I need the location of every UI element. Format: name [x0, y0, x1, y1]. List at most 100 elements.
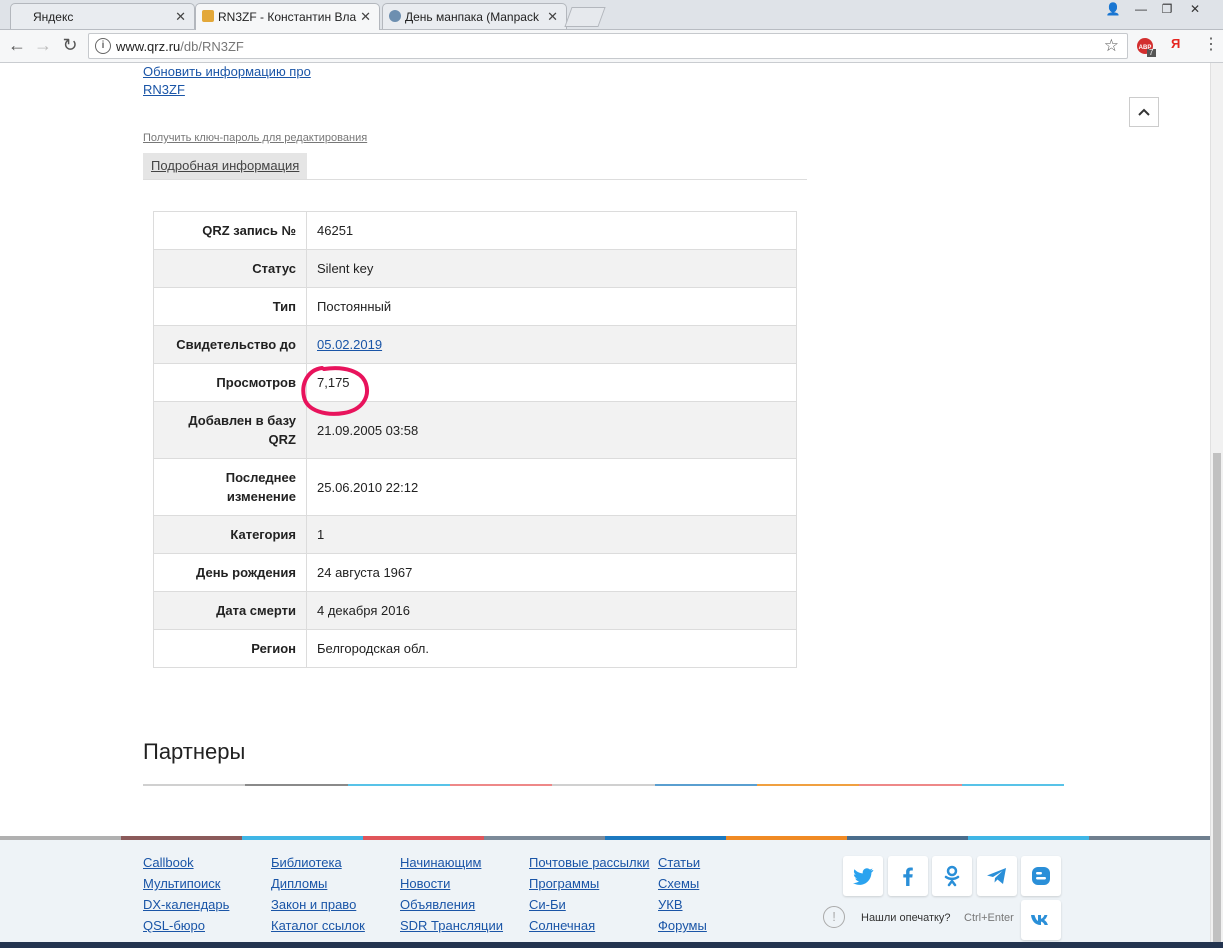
page-scrollbar[interactable] — [1210, 63, 1223, 948]
views-value: 7,175 — [306, 363, 797, 402]
footer-link[interactable]: Каталог ссылок — [271, 915, 365, 936]
table-row: Дата смерти 4 декабря 2016 — [153, 591, 797, 630]
adblock-count: 7 — [1149, 48, 1154, 57]
tab-manpack[interactable]: День манпака (Manpack ✕ — [382, 3, 567, 29]
profile-icon[interactable]: 👤 — [1100, 0, 1126, 18]
tab-details[interactable]: Подробная информация — [143, 153, 308, 179]
partners-title: Партнеры — [143, 739, 246, 764]
odnoklassniki-icon[interactable] — [932, 856, 972, 896]
row-value: 46251 — [306, 211, 797, 250]
scrollbar-thumb[interactable] — [1213, 453, 1221, 948]
row-label: Свидетельство до — [153, 325, 307, 364]
row-value: 4 декабря 2016 — [306, 591, 797, 630]
row-value: Белгородская обл. — [306, 629, 797, 668]
forward-icon[interactable]: → — [32, 35, 54, 56]
vk-icon[interactable] — [1021, 900, 1061, 940]
footer-column-4: Почтовые рассылки Программы Си-Би Солнеч… — [529, 852, 650, 936]
footer-link[interactable]: Солнечная — [529, 915, 650, 936]
facebook-icon[interactable] — [888, 856, 928, 896]
tab-title: Яндекс — [33, 10, 74, 24]
new-tab-button[interactable] — [564, 7, 606, 27]
close-tab-icon[interactable]: ✕ — [360, 9, 371, 25]
row-label: День рождения — [153, 553, 307, 592]
address-bar[interactable]: i www.qrz.ru/db/RN3ZF ☆ — [88, 33, 1128, 59]
table-row: Добавлен в базу QRZ 21.09.2005 03:58 — [153, 401, 797, 459]
update-info-link[interactable]: Обновить информацию про RN3ZF — [143, 63, 313, 99]
footer-color-bar — [0, 836, 1210, 840]
back-icon[interactable]: ← — [6, 35, 28, 56]
footer-link[interactable]: Callbook — [143, 852, 229, 873]
info-icon[interactable]: i — [95, 38, 111, 54]
row-label: QRZ запись № — [153, 211, 307, 250]
row-label: Последнее изменение — [153, 458, 307, 516]
bookmark-star-icon[interactable]: ☆ — [1104, 36, 1119, 56]
info-table: QRZ запись № 46251 Статус Silent key Тип По… — [153, 211, 797, 668]
footer-link[interactable]: Закон и право — [271, 894, 365, 915]
minimize-icon[interactable]: — — [1128, 0, 1154, 18]
warning-icon: ! — [823, 906, 845, 928]
blogger-icon[interactable] — [1021, 856, 1061, 896]
qrz-favicon-icon — [202, 10, 214, 22]
adblock-icon[interactable]: ABP 7 — [1136, 37, 1156, 60]
table-row: Свидетельство до 05.02.2019 — [153, 325, 797, 364]
row-label: Добавлен в базу QRZ — [153, 401, 307, 459]
row-label: Категория — [153, 515, 307, 554]
typo-shortcut: Ctrl+Enter — [964, 912, 1014, 924]
close-tab-icon[interactable]: ✕ — [547, 9, 558, 25]
footer-link[interactable]: SDR Трансляции — [400, 915, 503, 936]
restore-icon[interactable]: ❐ — [1154, 0, 1180, 18]
telegram-icon[interactable] — [977, 856, 1017, 896]
footer-link[interactable]: Начинающим — [400, 852, 503, 873]
details-tabs: Подробная информация — [143, 153, 807, 180]
footer-link[interactable]: Статьи — [658, 852, 707, 873]
table-row: Статус Silent key — [153, 249, 797, 288]
scroll-top-button[interactable] — [1129, 97, 1159, 127]
footer-link[interactable]: Мультипоиск — [143, 873, 229, 894]
menu-icon[interactable]: ⋮ — [1203, 34, 1219, 54]
url-text: www.qrz.ru/db/RN3ZF — [116, 39, 244, 54]
row-label: Регион — [153, 629, 307, 668]
tab-title: День манпака (Manpack — [405, 10, 539, 24]
certificate-date-link[interactable]: 05.02.2019 — [317, 337, 382, 352]
reload-icon[interactable]: ↻ — [59, 35, 81, 56]
close-tab-icon[interactable]: ✕ — [175, 9, 186, 25]
footer-column-1: Callbook Мультипоиск DX-календарь QSL-бю… — [143, 852, 229, 936]
footer-link[interactable]: Библиотека — [271, 852, 365, 873]
row-label: Дата смерти — [153, 591, 307, 630]
browser-toolbar: ← → ↻ i www.qrz.ru/db/RN3ZF ☆ ABP 7 Я ⋮ — [0, 30, 1223, 63]
footer-link[interactable]: Схемы — [658, 873, 707, 894]
footer-link[interactable]: УКВ — [658, 894, 707, 915]
footer-column-5: Статьи Схемы УКВ Форумы — [658, 852, 707, 936]
page-content: Обновить информацию про RN3ZF Получить к… — [0, 63, 1210, 948]
footer-link[interactable]: QSL-бюро — [143, 915, 229, 936]
footer-link[interactable]: Си-Би — [529, 894, 650, 915]
footer-link[interactable]: Объявления — [400, 894, 503, 915]
partners-divider — [143, 784, 1064, 786]
twitter-icon[interactable] — [843, 856, 883, 896]
footer-link[interactable]: Форумы — [658, 915, 707, 936]
tab-title: RN3ZF - Константин Вла — [218, 10, 357, 24]
footer-link[interactable]: Новости — [400, 873, 503, 894]
table-row: Просмотров 7,175 — [153, 363, 797, 402]
tab-yandex[interactable]: Яндекс ✕ — [10, 3, 195, 29]
footer-column-2: Библиотека Дипломы Закон и право Каталог… — [271, 852, 365, 936]
table-row: Регион Белгородская обл. — [153, 629, 797, 668]
table-row: Категория 1 — [153, 515, 797, 554]
footer-link[interactable]: Программы — [529, 873, 650, 894]
footer-link[interactable]: Почтовые рассылки — [529, 852, 650, 873]
row-value: Постоянный — [306, 287, 797, 326]
tab-rn3zf[interactable]: RN3ZF - Константин Вла ✕ — [195, 3, 380, 30]
footer-link[interactable]: Дипломы — [271, 873, 365, 894]
get-key-link[interactable]: Получить ключ-пароль для редактирования — [143, 132, 367, 144]
globe-favicon-icon — [389, 10, 401, 22]
red-circle-annotation — [301, 366, 369, 416]
window-close-icon[interactable]: ✕ — [1182, 0, 1208, 18]
os-taskbar — [0, 942, 1223, 948]
yandex-icon[interactable]: Я — [1171, 36, 1180, 51]
footer-link[interactable]: DX-календарь — [143, 894, 229, 915]
row-label: Тип — [153, 287, 307, 326]
typo-text: Нашли опечатку? — [861, 912, 951, 924]
table-row: Тип Постоянный — [153, 287, 797, 326]
row-value: Silent key — [306, 249, 797, 288]
browser-tabstrip: Яндекс ✕ RN3ZF - Константин Вла ✕ День м… — [0, 0, 1223, 30]
